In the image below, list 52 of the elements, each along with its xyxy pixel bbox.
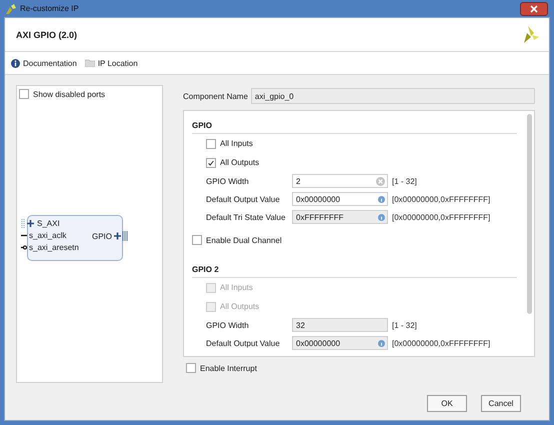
field-label: Default Tri State Value	[206, 212, 286, 222]
port-label: S_AXI	[37, 219, 60, 228]
dialog-button[interactable]: OK	[427, 395, 467, 412]
field-label: Component Name	[183, 92, 248, 100]
ip-title: AXI GPIO (2.0)	[16, 30, 78, 40]
checkbox[interactable]	[206, 158, 216, 168]
range-hint: [0x00000000,0xFFFFFFFF]	[392, 194, 490, 204]
checkbox[interactable]	[192, 235, 202, 245]
checkbox-label: All Outputs	[220, 158, 260, 167]
section-heading: GPIO 2	[192, 259, 517, 278]
checkbox-label: All Outputs	[220, 302, 260, 311]
input-field[interactable]: 2	[292, 174, 388, 188]
field-label: Default Output Value	[206, 194, 281, 204]
checkbox-label: Show disabled ports	[33, 90, 106, 98]
clear-icon[interactable]	[376, 176, 385, 186]
range-hint: [1 - 32]	[392, 320, 417, 330]
checkbox-label: Enable Interrupt	[200, 364, 257, 372]
close-button[interactable]	[520, 2, 548, 16]
checkbox[interactable]	[19, 89, 29, 99]
checkbox-label: Enable Dual Channel	[206, 236, 282, 244]
info-icon	[378, 340, 385, 346]
field-label: Default Output Value	[206, 338, 281, 348]
range-hint: [0x00000000,0xFFFFFFFF]	[392, 338, 490, 348]
port-label: s_axi_aresetn	[29, 243, 79, 252]
port-label: GPIO	[92, 232, 112, 240]
folder-icon	[84, 59, 95, 67]
toolbar-link[interactable]: Documentation	[11, 58, 77, 68]
dialog-button[interactable]: Cancel	[481, 395, 521, 412]
field-label: GPIO Width	[206, 176, 250, 186]
checkbox-label: All Inputs	[220, 139, 253, 148]
info-icon	[11, 58, 20, 68]
app-logo-icon	[6, 4, 16, 14]
ip-block[interactable]: S_AXI s_axi_aclk s_axi_aresetn GPIO	[21, 215, 129, 261]
input-field[interactable]: axi_gpio_0	[250, 88, 535, 104]
input-field[interactable]: 0x00000000	[292, 192, 388, 206]
range-hint: [0x00000000,0xFFFFFFFF]	[392, 212, 490, 222]
reset-pin-icon	[21, 243, 27, 252]
close-icon	[530, 4, 538, 12]
toolbar-link[interactable]: IP Location	[84, 58, 138, 68]
logo-icon	[522, 26, 539, 43]
field-label: GPIO Width	[206, 320, 250, 330]
info-icon	[378, 196, 385, 202]
bus-pin-icon	[114, 231, 129, 241]
checkbox[interactable]	[206, 138, 216, 148]
window-title: Re-customize IP	[20, 4, 80, 13]
port-label: s_axi_aclk	[29, 231, 66, 240]
checkbox[interactable]	[186, 363, 196, 373]
section-heading: GPIO	[192, 115, 517, 134]
bus-pin-icon	[21, 219, 35, 228]
range-hint: [1 - 32]	[392, 176, 417, 186]
checkbox-label: All Inputs	[220, 283, 253, 292]
info-icon	[378, 214, 385, 220]
